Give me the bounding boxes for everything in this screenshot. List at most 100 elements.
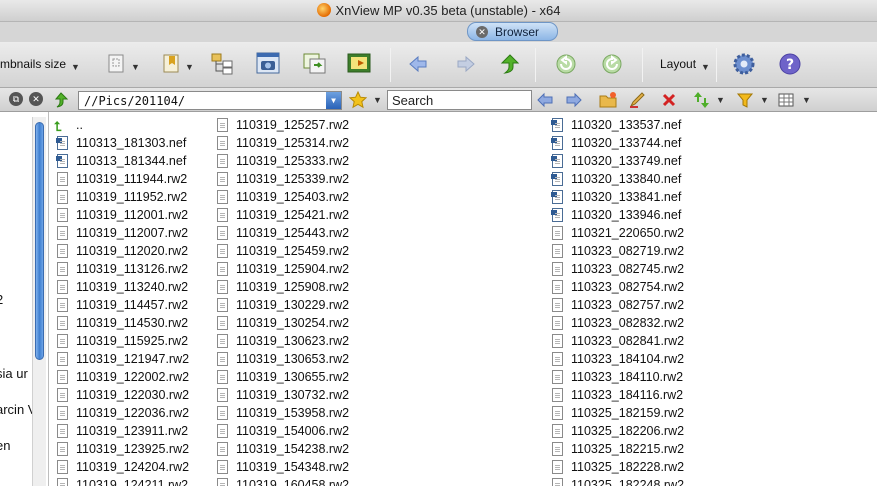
file-item[interactable]: 110320_133744.nef xyxy=(547,134,684,152)
pane-restore-icon[interactable]: ⧉ xyxy=(9,92,23,106)
file-item[interactable]: 110320_133841.nef xyxy=(547,188,684,206)
thumbnails-size-label[interactable]: mbnails size xyxy=(0,57,66,71)
scrollbar-thumb[interactable] xyxy=(35,122,44,360)
chevron-down-icon[interactable]: ▼ xyxy=(373,95,382,105)
file-item[interactable]: 110319_125339.rw2 xyxy=(212,170,349,188)
file-item[interactable]: 110319_160458.rw2 xyxy=(212,476,349,486)
path-input[interactable]: //Pics/201104/ ▼ xyxy=(78,91,342,110)
file-item[interactable]: 110319_130732.rw2 xyxy=(212,386,349,404)
file-item[interactable]: 110319_115925.rw2 xyxy=(52,332,189,350)
convert-icon[interactable] xyxy=(302,52,328,76)
file-item[interactable]: 110319_125403.rw2 xyxy=(212,188,349,206)
file-item[interactable]: 110319_114457.rw2 xyxy=(52,296,189,314)
file-item[interactable]: 110319_130254.rw2 xyxy=(212,314,349,332)
folder-tree-item[interactable]: sia ur xyxy=(0,366,28,381)
file-item[interactable]: 110319_125257.rw2 xyxy=(212,116,349,134)
chevron-down-icon[interactable]: ▼ xyxy=(716,95,725,105)
help-icon[interactable]: ? xyxy=(777,52,803,76)
folder-tree-item[interactable]: 2 xyxy=(0,292,3,307)
file-item[interactable]: 110319_130653.rw2 xyxy=(212,350,349,368)
file-item[interactable]: 110319_122002.rw2 xyxy=(52,368,189,386)
bookmark-icon[interactable] xyxy=(160,52,186,76)
chevron-down-icon[interactable]: ▼ xyxy=(802,95,811,105)
file-item[interactable]: 110323_082841.rw2 xyxy=(547,332,684,350)
file-item[interactable]: 110325_182159.rw2 xyxy=(547,404,684,422)
file-item[interactable]: 110321_220650.rw2 xyxy=(547,224,684,242)
file-item[interactable]: 110323_184104.rw2 xyxy=(547,350,684,368)
folder-tree-pane[interactable]: 2 sia ur arcin V en xyxy=(0,112,49,486)
chevron-down-icon[interactable]: ▼ xyxy=(701,62,710,72)
file-item[interactable]: 110320_133946.nef xyxy=(547,206,684,224)
settings-icon[interactable] xyxy=(731,52,757,76)
parent-folder-icon[interactable] xyxy=(52,91,70,109)
file-item[interactable]: 110323_184116.rw2 xyxy=(547,386,684,404)
filter-icon[interactable] xyxy=(736,91,754,109)
file-item[interactable]: 110319_111952.rw2 xyxy=(52,188,189,206)
file-item[interactable]: 110319_125459.rw2 xyxy=(212,242,349,260)
file-item[interactable]: 110313_181344.nef xyxy=(52,152,189,170)
chevron-down-icon[interactable]: ▼ xyxy=(131,62,140,72)
rotate-right-icon[interactable] xyxy=(599,52,625,76)
file-item[interactable]: 110319_112007.rw2 xyxy=(52,224,189,242)
file-item[interactable]: 110320_133749.nef xyxy=(547,152,684,170)
file-item[interactable]: 110320_133840.nef xyxy=(547,170,684,188)
file-item[interactable]: 110319_125333.rw2 xyxy=(212,152,349,170)
folder-tree-scrollbar[interactable] xyxy=(32,117,46,486)
delete-icon[interactable] xyxy=(660,91,678,109)
file-item[interactable]: 110325_182215.rw2 xyxy=(547,440,684,458)
parent-folder-item[interactable]: ⮤.. xyxy=(52,116,189,134)
chevron-down-icon[interactable]: ▼ xyxy=(71,62,80,72)
file-item[interactable]: 110319_154348.rw2 xyxy=(212,458,349,476)
tree-icon[interactable] xyxy=(210,52,236,76)
file-item[interactable]: 110319_125904.rw2 xyxy=(212,260,349,278)
file-item[interactable]: 110319_112001.rw2 xyxy=(52,206,189,224)
file-item[interactable]: 110319_154006.rw2 xyxy=(212,422,349,440)
file-item[interactable]: 110323_082745.rw2 xyxy=(547,260,684,278)
file-item[interactable]: 110319_113240.rw2 xyxy=(52,278,189,296)
camera-icon[interactable] xyxy=(256,52,282,76)
star-icon[interactable] xyxy=(348,90,368,109)
file-item[interactable]: 110319_153958.rw2 xyxy=(212,404,349,422)
chevron-down-icon[interactable]: ▼ xyxy=(185,62,194,72)
file-item[interactable]: 110319_111944.rw2 xyxy=(52,170,189,188)
file-item[interactable]: 110323_082757.rw2 xyxy=(547,296,684,314)
rotate-left-icon[interactable] xyxy=(553,52,579,76)
file-item[interactable]: 110313_181303.nef xyxy=(52,134,189,152)
file-item[interactable]: 110325_182228.rw2 xyxy=(547,458,684,476)
folder-tree-item[interactable]: en xyxy=(0,438,10,453)
chevron-down-icon[interactable]: ▼ xyxy=(326,92,341,109)
folder-tree-item[interactable]: arcin V xyxy=(0,402,36,417)
file-item[interactable]: 110325_182248.rw2 xyxy=(547,476,684,486)
thumbnail-size-icon[interactable] xyxy=(105,52,131,76)
file-item[interactable]: 110319_130623.rw2 xyxy=(212,332,349,350)
file-item[interactable]: 110323_082719.rw2 xyxy=(547,242,684,260)
file-item[interactable]: 110319_125421.rw2 xyxy=(212,206,349,224)
file-item[interactable]: 110319_125314.rw2 xyxy=(212,134,349,152)
file-item[interactable]: 110319_130229.rw2 xyxy=(212,296,349,314)
file-item[interactable]: 110320_133537.nef xyxy=(547,116,684,134)
file-item[interactable]: 110319_112020.rw2 xyxy=(52,242,189,260)
file-list[interactable]: ⮤.. 110313_181303.nef 110313_181344.nef 110… xyxy=(52,112,877,486)
forward-icon[interactable] xyxy=(565,91,583,109)
file-item[interactable]: 110319_125908.rw2 xyxy=(212,278,349,296)
rename-icon[interactable] xyxy=(629,91,647,109)
file-item[interactable]: 110319_130655.rw2 xyxy=(212,368,349,386)
back-icon[interactable] xyxy=(406,52,432,76)
file-item[interactable]: 110319_113126.rw2 xyxy=(52,260,189,278)
pane-close-icon[interactable]: ✕ xyxy=(29,92,43,106)
slideshow-icon[interactable] xyxy=(347,52,373,76)
file-item[interactable]: 110319_154238.rw2 xyxy=(212,440,349,458)
file-item[interactable]: 110319_125443.rw2 xyxy=(212,224,349,242)
up-icon[interactable] xyxy=(497,52,523,76)
file-item[interactable]: 110319_124211.rw2 xyxy=(52,476,189,486)
search-input[interactable]: Search xyxy=(387,90,532,110)
forward-icon[interactable] xyxy=(452,52,478,76)
file-item[interactable]: 110323_184110.rw2 xyxy=(547,368,684,386)
tab-browser[interactable]: ✕ Browser xyxy=(467,22,558,41)
file-item[interactable]: 110319_122030.rw2 xyxy=(52,386,189,404)
chevron-down-icon[interactable]: ▼ xyxy=(760,95,769,105)
file-item[interactable]: 110319_123911.rw2 xyxy=(52,422,189,440)
file-item[interactable]: 110319_123925.rw2 xyxy=(52,440,189,458)
close-icon[interactable]: ✕ xyxy=(476,26,488,38)
layout-button[interactable]: Layout xyxy=(660,57,696,71)
